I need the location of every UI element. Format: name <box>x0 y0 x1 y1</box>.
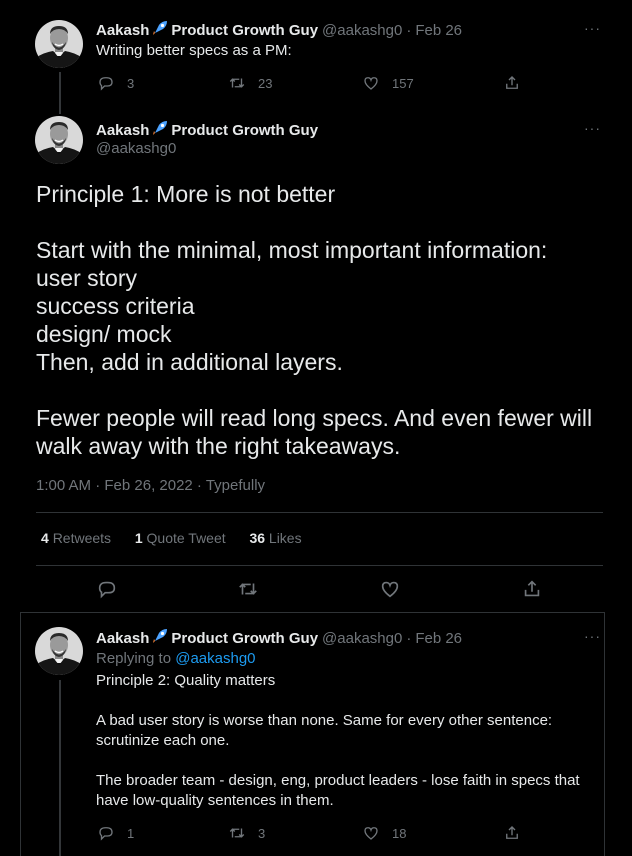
reply-action[interactable]: 1 <box>97 824 134 842</box>
main-tweet-line: success criteria <box>36 293 195 319</box>
share-icon <box>506 76 518 89</box>
reply-line: Principle 2: Quality matters <box>96 672 276 689</box>
more-icon[interactable]: ··· <box>584 120 601 136</box>
reply-icon <box>99 827 113 841</box>
divider <box>20 612 605 613</box>
main-tweet-line: Then, add in additional layers. <box>36 349 343 375</box>
retweet-icon <box>229 78 245 88</box>
avatar[interactable] <box>35 20 83 68</box>
thread-line <box>59 680 61 856</box>
heart-icon <box>381 581 399 598</box>
share-icon <box>524 580 540 597</box>
tweet-meta[interactable]: 1:00 AM · Feb 26, 2022 · Typefully <box>36 477 265 494</box>
replying-to: Replying to @aakashg0 <box>96 650 256 667</box>
author-suffix[interactable]: Product Growth Guy <box>171 22 318 39</box>
rocket-icon <box>151 19 169 42</box>
retweet-button[interactable] <box>237 578 259 600</box>
like-action[interactable]: 18 <box>362 824 406 842</box>
tweet-date[interactable]: Feb 26 <box>415 22 462 39</box>
main-tweet-line: Start with the minimal, most important i… <box>36 237 548 263</box>
share-action[interactable] <box>503 74 521 92</box>
rocket-icon <box>151 627 169 650</box>
main-tweet-header: Aakash Product Growth Guy <box>96 119 318 142</box>
heart-icon <box>364 827 378 840</box>
reply-action[interactable]: 3 <box>97 74 134 92</box>
column-border-right <box>604 612 605 856</box>
reply-count: 3 <box>127 75 135 91</box>
reply-line: have low-quality sentences in them. <box>96 792 334 809</box>
retweet-action[interactable]: 23 <box>228 74 272 92</box>
author-name[interactable]: Aakash <box>96 630 149 647</box>
rocket-icon <box>151 119 169 142</box>
column-border-left <box>20 612 21 856</box>
like-count: 18 <box>392 825 407 841</box>
avatar[interactable] <box>35 116 83 164</box>
author-name[interactable]: Aakash <box>96 122 149 139</box>
thread-line <box>59 72 61 114</box>
tweet-stats: 4 Retweets 1 Quote Tweet 36 Likes <box>41 530 302 546</box>
reply-button[interactable] <box>96 578 118 600</box>
main-tweet-line: Fewer people will read long specs. And e… <box>36 405 593 431</box>
reply-header: Aakash Product Growth Guy @aakashg0 · Fe… <box>96 627 462 650</box>
share-icon <box>506 826 518 839</box>
like-action[interactable]: 157 <box>362 74 414 92</box>
reply-icon <box>99 77 113 91</box>
author-handle[interactable]: @aakashg0 <box>322 22 402 39</box>
share-button[interactable] <box>521 578 543 600</box>
retweet-action[interactable]: 3 <box>228 824 265 842</box>
tweet1-header: Aakash Product Growth Guy @aakashg0 · Fe… <box>96 19 462 42</box>
retweet-count: 3 <box>258 825 266 841</box>
divider <box>36 512 603 513</box>
tweet-date[interactable]: Feb 26 <box>415 630 462 647</box>
reply-line: The broader team - design, eng, product … <box>96 772 580 789</box>
share-action[interactable] <box>503 824 521 842</box>
reply-line: A bad user story is worse than none. Sam… <box>96 712 553 729</box>
retweet-count: 23 <box>258 75 273 91</box>
author-suffix[interactable]: Product Growth Guy <box>171 122 318 139</box>
main-tweet-line: Principle 1: More is not better <box>36 181 336 207</box>
more-icon[interactable]: ··· <box>584 20 601 36</box>
reply-line: scrutinize each one. <box>96 732 230 749</box>
reply-icon <box>98 581 116 599</box>
author-handle[interactable]: @aakashg0 <box>322 630 402 647</box>
likes-stat[interactable]: 36 Likes <box>249 530 301 546</box>
separator: · <box>406 22 412 39</box>
tweet-text: Writing better specs as a PM: <box>96 42 292 59</box>
separator: · <box>406 630 412 647</box>
reply-count: 1 <box>127 825 135 841</box>
like-button[interactable] <box>379 578 401 600</box>
retweet-icon <box>229 828 245 838</box>
author-name[interactable]: Aakash <box>96 22 149 39</box>
main-tweet-line: design/ mock <box>36 321 172 347</box>
main-tweet-line: walk away with the right takeaways. <box>36 433 401 459</box>
heart-icon <box>364 77 378 90</box>
divider <box>36 565 603 566</box>
author-suffix[interactable]: Product Growth Guy <box>171 630 318 647</box>
main-tweet-line: user story <box>36 265 137 291</box>
retweets-stat[interactable]: 4 Retweets <box>41 530 115 546</box>
like-count: 157 <box>392 75 414 91</box>
author-handle[interactable]: @aakashg0 <box>96 140 176 157</box>
replying-to-link[interactable]: @aakashg0 <box>175 650 255 667</box>
retweet-icon <box>239 583 257 595</box>
quote-tweets-stat[interactable]: 1 Quote Tweet <box>135 530 230 546</box>
more-icon[interactable]: ··· <box>584 628 601 644</box>
avatar[interactable] <box>35 627 83 675</box>
